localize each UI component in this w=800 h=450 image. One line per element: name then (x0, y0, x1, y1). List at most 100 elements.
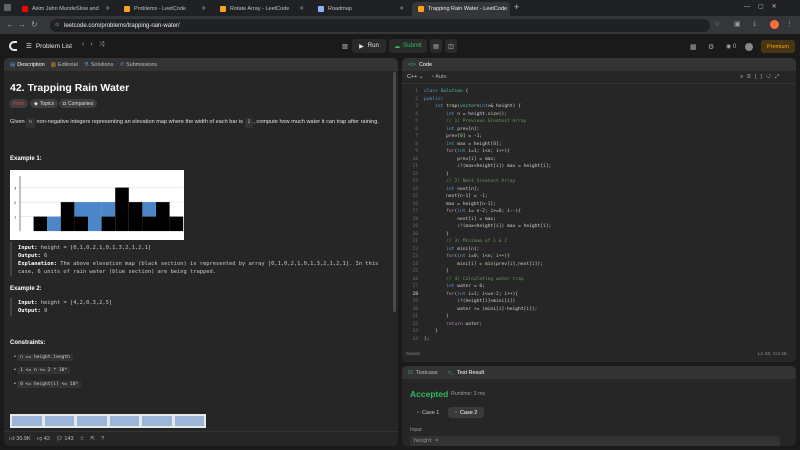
submit-button[interactable]: ☁ Submit (389, 39, 427, 53)
language-select[interactable]: C++ ⌄ (407, 74, 424, 80)
profile-avatar[interactable] (770, 20, 779, 29)
close-tab-icon[interactable]: ✕ (395, 6, 404, 12)
back-icon[interactable]: ← (6, 20, 14, 29)
line-number: 12 (412, 171, 418, 177)
thumbnail (77, 416, 107, 426)
elevation-bar (33, 216, 48, 232)
browser-tab[interactable]: Rotate Array - LeetCode ✕ (214, 2, 310, 16)
tab-testcase[interactable]: ☑ Testcase (408, 370, 438, 376)
run-button[interactable]: ▶ Run (352, 39, 386, 53)
dislike-button[interactable]: 👎︎ 42 (37, 436, 50, 442)
roadmap-icon (318, 6, 324, 12)
line-number: 2 (415, 96, 418, 102)
browser-menu-icon[interactable]: ⋮ (786, 20, 793, 28)
problem-list-button[interactable]: ☰ Problem List (26, 42, 72, 51)
fire-icon: ◉ (726, 44, 733, 50)
browser-tab-active[interactable]: Trapping Rain Water - LeetCode✕ (412, 2, 510, 16)
tab-submissions[interactable]: ↺ Submissions (119, 62, 157, 68)
browser-tab-bar: Asim Jahn MundeSlow and ✕ Problems - Leet… (0, 0, 800, 16)
leetcode-logo-icon[interactable] (9, 41, 17, 51)
cursor-position: Ln 28, Col 25 (758, 352, 787, 357)
tab-description[interactable]: ▤ Description (10, 62, 45, 68)
input-value: height = (410, 436, 780, 446)
debug-icon[interactable]: ▨ (340, 39, 350, 53)
tab-solutions[interactable]: ⚗ Solutions (84, 62, 114, 68)
line-number: 24 (412, 261, 418, 267)
line-number: 6 (415, 126, 418, 132)
tab-editorial[interactable]: ▥ Editorial (51, 62, 78, 68)
elevation-map-image: 321 (10, 170, 184, 240)
site-info-icon[interactable]: ⊙ (55, 22, 59, 28)
like-button[interactable]: 👍︎ 30.9K (9, 436, 31, 442)
description-tabs: ▤ Description ▥ Editorial ⚗ Solutions ↺ Subm… (4, 58, 398, 71)
close-tab-icon[interactable]: ✕ (295, 6, 304, 12)
line-number: 1 (415, 89, 418, 94)
code-icon: </> (408, 61, 416, 68)
line-number: 21 (412, 239, 418, 244)
bookmark-star-icon[interactable]: ☆ (714, 20, 720, 28)
line-number: 17 (412, 209, 418, 214)
thumbnail (174, 416, 204, 426)
whiteboard-icon[interactable]: ◫ (445, 39, 457, 53)
difficulty-badge[interactable]: Hard (9, 99, 28, 108)
case-2-tab[interactable]: • Case 2 (448, 407, 485, 418)
line-number: 7 (415, 134, 418, 139)
browser-tab[interactable]: Roadmap ✕ (312, 2, 410, 16)
url-field[interactable]: ⊙ leetcode.com/problems/trapping-rain-wat… (50, 19, 710, 32)
comments-button[interactable]: 💬︎ 143 (56, 436, 74, 442)
settings-icon[interactable]: ⚙ (708, 43, 714, 51)
browser-tab[interactable]: Asim Jahn MundeSlow and ✕ (16, 2, 116, 16)
favorite-icon[interactable]: ☆ (80, 436, 85, 442)
history-icon: ↺ (119, 61, 124, 68)
notes-icon[interactable]: ▤ (430, 39, 442, 53)
status-badge: Accepted (410, 389, 449, 399)
line-number: 4 (415, 111, 418, 117)
close-tab-icon[interactable]: ✕ (197, 6, 206, 12)
play-icon: ▶ (359, 43, 364, 50)
page-title: 42. Trapping Rain Water (10, 82, 130, 94)
water-block (88, 202, 102, 232)
window-controls[interactable]: —▢✕ (744, 3, 785, 10)
browser-tab[interactable]: Problems - LeetCode ✕ (118, 2, 212, 16)
leetcode-icon (220, 6, 226, 12)
tab-search-icon[interactable] (4, 4, 11, 11)
user-avatar[interactable] (745, 43, 753, 51)
thumbnail (109, 416, 139, 426)
editor-tools-icons[interactable]: ≡⌸{}↺⤢ (740, 74, 783, 81)
line-number: 34 (412, 336, 418, 342)
line-number: 14 (412, 186, 418, 192)
line-number: 28 (412, 291, 418, 297)
document-icon: ▤ (10, 61, 16, 68)
elevation-bar (156, 202, 170, 232)
problem-description: Given n non-negative integers representi… (10, 118, 380, 128)
streak-counter[interactable]: ◉ 0 (726, 43, 736, 50)
prev-next-shuffle-icons[interactable]: ‹›⤨ (82, 41, 110, 49)
companies-tag[interactable]: ◘ Companies (59, 99, 98, 108)
auto-mode-toggle[interactable]: ▫ Auto (432, 74, 447, 80)
help-icon[interactable]: ? (101, 436, 104, 442)
downloads-icon[interactable]: ⤓ (753, 20, 756, 28)
result-tabs: ☑ Testcase >_ Test Result (402, 366, 796, 379)
thumbnail (12, 416, 42, 426)
close-tab-icon[interactable]: ✕ (507, 6, 510, 12)
layout-icon[interactable]: ▦ (690, 43, 697, 51)
close-tab-icon[interactable]: ✕ (101, 6, 110, 12)
line-number: 16 (412, 201, 418, 207)
divider (402, 83, 796, 84)
forward-icon[interactable]: → (18, 20, 26, 29)
case-1-tab[interactable]: • Case 1 (410, 407, 446, 418)
thumbnail (142, 416, 172, 426)
extensions-icon[interactable]: ▣ (734, 20, 741, 28)
code-editor[interactable]: class Solution { public: int trap(vector… (424, 88, 788, 343)
scrollbar[interactable] (393, 72, 396, 312)
topics-tag[interactable]: ◆ Topics (30, 99, 59, 108)
elevation-bar (128, 202, 143, 232)
share-icon[interactable]: ⇱ (91, 436, 96, 442)
water-block (74, 202, 88, 217)
tab-test-result[interactable]: >_ Test Result (448, 370, 485, 376)
premium-button[interactable]: Premium (761, 40, 795, 53)
new-tab-icon[interactable]: + (514, 2, 519, 12)
line-number: 22 (412, 246, 418, 252)
line-number: 10 (412, 156, 418, 162)
reload-icon[interactable]: ↻ (31, 20, 38, 29)
